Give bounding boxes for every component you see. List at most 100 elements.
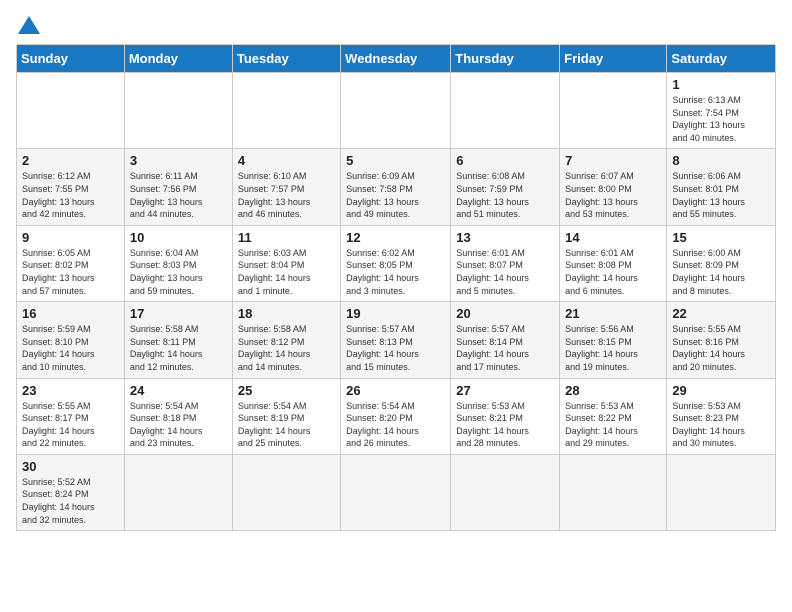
weekday-header-monday: Monday <box>124 45 232 73</box>
day-info: Sunrise: 5:59 AM Sunset: 8:10 PM Dayligh… <box>22 323 119 373</box>
calendar-cell: 10Sunrise: 6:04 AM Sunset: 8:03 PM Dayli… <box>124 225 232 301</box>
day-number: 30 <box>22 459 119 474</box>
day-info: Sunrise: 5:54 AM Sunset: 8:18 PM Dayligh… <box>130 400 227 450</box>
day-number: 12 <box>346 230 445 245</box>
day-info: Sunrise: 6:06 AM Sunset: 8:01 PM Dayligh… <box>672 170 770 220</box>
day-info: Sunrise: 6:08 AM Sunset: 7:59 PM Dayligh… <box>456 170 554 220</box>
day-info: Sunrise: 5:54 AM Sunset: 8:20 PM Dayligh… <box>346 400 445 450</box>
calendar-cell: 25 Sunrise: 5:54 AM Sunset: 8:19 PM Dayli… <box>232 378 340 454</box>
calendar-cell: 4Sunrise: 6:10 AM Sunset: 7:57 PM Daylig… <box>232 149 340 225</box>
calendar-cell: 9 Sunrise: 6:05 AM Sunset: 8:02 PM Daylig… <box>17 225 125 301</box>
header-row <box>16 16 776 36</box>
week-row-3: 9 Sunrise: 6:05 AM Sunset: 8:02 PM Daylig… <box>17 225 776 301</box>
day-number: 15 <box>672 230 770 245</box>
day-number: 20 <box>456 306 554 321</box>
calendar-cell: 3Sunrise: 6:11 AM Sunset: 7:56 PM Daylig… <box>124 149 232 225</box>
day-number: 14 <box>565 230 661 245</box>
calendar-cell: 19 Sunrise: 5:57 AM Sunset: 8:13 PM Dayli… <box>341 302 451 378</box>
day-info: Sunrise: 5:55 AM Sunset: 8:17 PM Dayligh… <box>22 400 119 450</box>
day-number: 7 <box>565 153 661 168</box>
calendar-cell: 22 Sunrise: 5:55 AM Sunset: 8:16 PM Dayli… <box>667 302 776 378</box>
day-info: Sunrise: 6:13 AM Sunset: 7:54 PM Dayligh… <box>672 94 770 144</box>
calendar-cell: 2 Sunrise: 6:12 AM Sunset: 7:55 PM Daylig… <box>17 149 125 225</box>
calendar-cell: 11 Sunrise: 6:03 AM Sunset: 8:04 PM Dayli… <box>232 225 340 301</box>
day-info: Sunrise: 6:12 AM Sunset: 7:55 PM Dayligh… <box>22 170 119 220</box>
day-info: Sunrise: 5:54 AM Sunset: 8:19 PM Dayligh… <box>238 400 335 450</box>
week-row-4: 16 Sunrise: 5:59 AM Sunset: 8:10 PM Dayli… <box>17 302 776 378</box>
day-number: 13 <box>456 230 554 245</box>
calendar-cell: 8 Sunrise: 6:06 AM Sunset: 8:01 PM Daylig… <box>667 149 776 225</box>
day-info: Sunrise: 6:10 AM Sunset: 7:57 PM Dayligh… <box>238 170 335 220</box>
calendar-cell: 14 Sunrise: 6:01 AM Sunset: 8:08 PM Dayli… <box>560 225 667 301</box>
calendar-cell: 1 Sunrise: 6:13 AM Sunset: 7:54 PM Daylig… <box>667 73 776 149</box>
day-number: 23 <box>22 383 119 398</box>
day-number: 9 <box>22 230 119 245</box>
weekday-header-thursday: Thursday <box>451 45 560 73</box>
day-number: 16 <box>22 306 119 321</box>
day-info: Sunrise: 5:52 AM Sunset: 8:24 PM Dayligh… <box>22 476 119 526</box>
weekday-header-saturday: Saturday <box>667 45 776 73</box>
day-info: Sunrise: 5:58 AM Sunset: 8:11 PM Dayligh… <box>130 323 227 373</box>
calendar-grid: SundayMondayTuesdayWednesdayThursdayFrid… <box>16 44 776 531</box>
week-row-1: 1 Sunrise: 6:13 AM Sunset: 7:54 PM Daylig… <box>17 73 776 149</box>
day-number: 3 <box>130 153 227 168</box>
calendar-cell: 15 Sunrise: 6:00 AM Sunset: 8:09 PM Dayli… <box>667 225 776 301</box>
day-number: 11 <box>238 230 335 245</box>
calendar-cell <box>232 73 340 149</box>
day-number: 22 <box>672 306 770 321</box>
day-number: 2 <box>22 153 119 168</box>
day-info: Sunrise: 6:01 AM Sunset: 8:07 PM Dayligh… <box>456 247 554 297</box>
calendar-cell: 20 Sunrise: 5:57 AM Sunset: 8:14 PM Dayli… <box>451 302 560 378</box>
day-number: 19 <box>346 306 445 321</box>
day-number: 1 <box>672 77 770 92</box>
day-info: Sunrise: 6:02 AM Sunset: 8:05 PM Dayligh… <box>346 247 445 297</box>
day-number: 10 <box>130 230 227 245</box>
day-info: Sunrise: 5:58 AM Sunset: 8:12 PM Dayligh… <box>238 323 335 373</box>
calendar-cell: 17Sunrise: 5:58 AM Sunset: 8:11 PM Dayli… <box>124 302 232 378</box>
calendar-container: SundayMondayTuesdayWednesdayThursdayFrid… <box>0 0 792 612</box>
week-row-5: 23 Sunrise: 5:55 AM Sunset: 8:17 PM Dayli… <box>17 378 776 454</box>
calendar-cell: 12 Sunrise: 6:02 AM Sunset: 8:05 PM Dayli… <box>341 225 451 301</box>
logo <box>16 16 40 36</box>
calendar-cell: 27 Sunrise: 5:53 AM Sunset: 8:21 PM Dayli… <box>451 378 560 454</box>
day-info: Sunrise: 5:53 AM Sunset: 8:21 PM Dayligh… <box>456 400 554 450</box>
day-info: Sunrise: 6:09 AM Sunset: 7:58 PM Dayligh… <box>346 170 445 220</box>
day-info: Sunrise: 6:03 AM Sunset: 8:04 PM Dayligh… <box>238 247 335 297</box>
day-number: 5 <box>346 153 445 168</box>
calendar-cell <box>232 454 340 530</box>
day-number: 25 <box>238 383 335 398</box>
weekday-header-wednesday: Wednesday <box>341 45 451 73</box>
calendar-cell <box>341 73 451 149</box>
day-info: Sunrise: 5:57 AM Sunset: 8:13 PM Dayligh… <box>346 323 445 373</box>
calendar-cell <box>451 454 560 530</box>
weekday-header-tuesday: Tuesday <box>232 45 340 73</box>
weekday-header-sunday: Sunday <box>17 45 125 73</box>
calendar-cell: 13 Sunrise: 6:01 AM Sunset: 8:07 PM Dayli… <box>451 225 560 301</box>
calendar-cell <box>560 73 667 149</box>
calendar-cell: 7 Sunrise: 6:07 AM Sunset: 8:00 PM Daylig… <box>560 149 667 225</box>
calendar-cell <box>451 73 560 149</box>
day-info: Sunrise: 5:56 AM Sunset: 8:15 PM Dayligh… <box>565 323 661 373</box>
week-row-6: 30 Sunrise: 5:52 AM Sunset: 8:24 PM Dayli… <box>17 454 776 530</box>
weekday-header-row: SundayMondayTuesdayWednesdayThursdayFrid… <box>17 45 776 73</box>
day-info: Sunrise: 6:00 AM Sunset: 8:09 PM Dayligh… <box>672 247 770 297</box>
calendar-cell <box>560 454 667 530</box>
day-number: 6 <box>456 153 554 168</box>
week-row-2: 2 Sunrise: 6:12 AM Sunset: 7:55 PM Daylig… <box>17 149 776 225</box>
day-info: Sunrise: 5:55 AM Sunset: 8:16 PM Dayligh… <box>672 323 770 373</box>
day-info: Sunrise: 6:05 AM Sunset: 8:02 PM Dayligh… <box>22 247 119 297</box>
calendar-cell: 23 Sunrise: 5:55 AM Sunset: 8:17 PM Dayli… <box>17 378 125 454</box>
calendar-cell <box>17 73 125 149</box>
day-info: Sunrise: 5:57 AM Sunset: 8:14 PM Dayligh… <box>456 323 554 373</box>
day-number: 21 <box>565 306 661 321</box>
calendar-cell: 29Sunrise: 5:53 AM Sunset: 8:23 PM Dayli… <box>667 378 776 454</box>
logo-icon <box>18 14 40 36</box>
day-info: Sunrise: 6:01 AM Sunset: 8:08 PM Dayligh… <box>565 247 661 297</box>
calendar-cell <box>124 454 232 530</box>
day-info: Sunrise: 6:07 AM Sunset: 8:00 PM Dayligh… <box>565 170 661 220</box>
calendar-cell: 24Sunrise: 5:54 AM Sunset: 8:18 PM Dayli… <box>124 378 232 454</box>
calendar-cell <box>667 454 776 530</box>
day-number: 27 <box>456 383 554 398</box>
day-number: 28 <box>565 383 661 398</box>
day-number: 8 <box>672 153 770 168</box>
